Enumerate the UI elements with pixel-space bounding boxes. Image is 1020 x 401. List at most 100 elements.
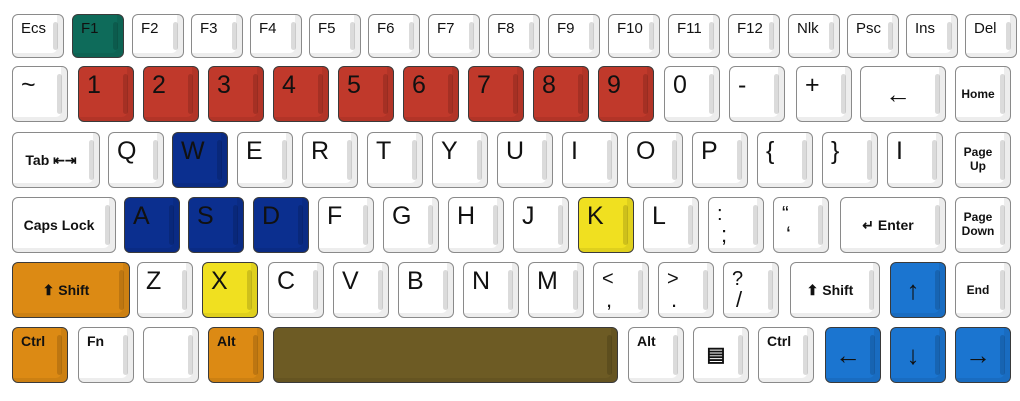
key-blank[interactable] [143,327,199,383]
key-o[interactable]: O [627,132,683,188]
key-minus[interactable]: - [729,66,785,122]
key-shift[interactable]: ⬆ Shift [790,262,880,318]
key-ecs[interactable]: Ecs [12,14,64,58]
key-f4[interactable]: F4 [250,14,302,58]
key-left-brace[interactable]: { [757,132,813,188]
key-label: 7 [477,71,491,99]
key-question[interactable]: ? / [723,262,779,318]
key-f2[interactable]: F2 [132,14,184,58]
key-f[interactable]: F [318,197,374,253]
key-p[interactable]: P [692,132,748,188]
key-m[interactable]: M [528,262,584,318]
key-2[interactable]: 2 [143,66,199,122]
key-l[interactable]: L [643,197,699,253]
key-f7[interactable]: F7 [428,14,480,58]
key-label: W [181,137,205,165]
key-end[interactable]: End [955,262,1011,318]
key-7[interactable]: 7 [468,66,524,122]
arrow-icon: ↓ [906,340,920,370]
key-ctrl[interactable]: Ctrl [12,327,68,383]
key-home[interactable]: Home [955,66,1011,122]
key-plus[interactable]: + [796,66,852,122]
key-j[interactable]: J [513,197,569,253]
key-3[interactable]: 3 [208,66,264,122]
key-tab[interactable]: Tab ⇤⇥ [12,132,100,188]
key-9[interactable]: 9 [598,66,654,122]
key-down-arrow[interactable]: ↓ [890,327,946,383]
key-quote[interactable]: “‘ [773,197,829,253]
key-alt[interactable]: Alt [628,327,684,383]
key-fn[interactable]: Fn [78,327,134,383]
key-y[interactable]: Y [432,132,488,188]
key-5[interactable]: 5 [338,66,394,122]
key-label: Ctrl [767,333,792,349]
key-6[interactable]: 6 [403,66,459,122]
key-1[interactable]: 1 [78,66,134,122]
key-right-arrow[interactable]: → [955,327,1011,383]
key-w[interactable]: W [172,132,228,188]
key-b[interactable]: B [398,262,454,318]
key-0[interactable]: 0 [664,66,720,122]
key-i[interactable]: I [562,132,618,188]
key-nlk[interactable]: Nlk [788,14,840,58]
key-label: A [133,202,150,230]
key-caps-lock[interactable]: Caps Lock [12,197,116,253]
key-del[interactable]: Del [965,14,1017,58]
key-greater-than[interactable]: >. [658,262,714,318]
key-shift[interactable]: ⬆ Shift [12,262,130,318]
key-label: Caps Lock [23,217,95,233]
key-e[interactable]: E [237,132,293,188]
key-h[interactable]: H [448,197,504,253]
key-q[interactable]: Q [108,132,164,188]
key-alt[interactable]: Alt [208,327,264,383]
key-t[interactable]: T [367,132,423,188]
key-f10[interactable]: F10 [608,14,660,58]
key-4[interactable]: 4 [273,66,329,122]
key-colon[interactable]: :; [708,197,764,253]
key-z[interactable]: Z [137,262,193,318]
key-r[interactable]: R [302,132,358,188]
key-page-up[interactable]: Page Up [955,132,1011,188]
key-f11[interactable]: F11 [668,14,720,58]
key-k[interactable]: K [578,197,634,253]
key-v[interactable]: V [333,262,389,318]
key-label: F7 [437,20,455,37]
key-secondary-label: ; [721,222,728,247]
key-f8[interactable]: F8 [488,14,540,58]
key-x[interactable]: X [202,262,258,318]
key-g[interactable]: G [383,197,439,253]
key-f3[interactable]: F3 [191,14,243,58]
key-f1[interactable]: F1 [72,14,124,58]
key-f6[interactable]: F6 [368,14,420,58]
key-enter[interactable]: ↵ Enter [840,197,946,253]
key-label: F1 [81,20,99,37]
key-tilde[interactable]: ~ [12,66,68,122]
key-right-brace[interactable]: } [822,132,878,188]
key-ins[interactable]: Ins [906,14,958,58]
key-s[interactable]: S [188,197,244,253]
key-d[interactable]: D [253,197,309,253]
key-8[interactable]: 8 [533,66,589,122]
key-ctrl[interactable]: Ctrl [758,327,814,383]
key-c[interactable]: C [268,262,324,318]
key-label: Q [117,137,137,165]
key-less-than[interactable]: <, [593,262,649,318]
key-label: Page Up [963,145,993,173]
key-menu[interactable]: ▤ [693,327,749,383]
key-label: < [602,268,614,290]
key-page-down[interactable]: Page Down [955,197,1011,253]
key-label: C [277,267,296,295]
key-f9[interactable]: F9 [548,14,600,58]
key-up-arrow[interactable]: ↑ [890,262,946,318]
key-f12[interactable]: F12 [728,14,780,58]
arrow-icon: ↑ [906,275,920,305]
key-space[interactable] [273,327,618,383]
key-left-arrow[interactable]: ← [825,327,881,383]
key-left-arrow[interactable]: ← [860,66,946,122]
key-u[interactable]: U [497,132,553,188]
key-a[interactable]: A [124,197,180,253]
key-i[interactable]: I [887,132,943,188]
key-n[interactable]: N [463,262,519,318]
key-f5[interactable]: F5 [309,14,361,58]
key-psc[interactable]: Psc [847,14,899,58]
